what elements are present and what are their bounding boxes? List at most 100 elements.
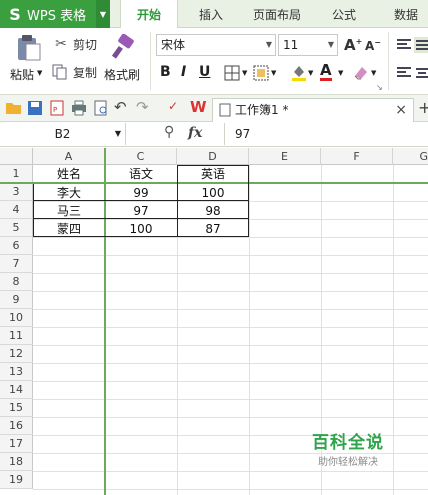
chevron-down-icon[interactable]: ▼ <box>96 0 110 28</box>
merge-cells-icon[interactable] <box>253 65 269 81</box>
tab-start[interactable]: 开始 <box>120 0 178 29</box>
document-tab-title: 工作簿1 * <box>235 103 289 117</box>
format-painter-button[interactable]: 格式刷 <box>104 34 144 90</box>
save-icon[interactable] <box>27 100 43 116</box>
wps-w-logo-icon: W <box>190 98 207 116</box>
align-center-icon[interactable] <box>414 65 428 81</box>
cut-label: 剪切 <box>73 37 98 52</box>
copy-button[interactable]: 复制 <box>52 62 97 82</box>
scissors-icon: ✂ <box>55 36 67 52</box>
cell-d1[interactable]: 英语 <box>177 165 249 183</box>
table-border <box>33 218 249 219</box>
align-left-icon[interactable] <box>396 66 412 80</box>
table-border <box>33 200 249 201</box>
row-header[interactable]: 5 <box>0 219 33 237</box>
column-header-e[interactable]: E <box>249 148 321 165</box>
increase-font-icon[interactable]: A+ <box>344 36 362 54</box>
table-border <box>177 165 249 166</box>
dialog-launcher-icon[interactable]: ↘ <box>376 83 383 92</box>
new-tab-icon[interactable]: + <box>418 98 428 117</box>
font-color-icon[interactable]: A <box>320 62 332 81</box>
clear-format-icon[interactable] <box>352 64 370 82</box>
row-header[interactable]: 8 <box>0 273 33 291</box>
row-header[interactable]: 7 <box>0 255 33 273</box>
font-name-select[interactable]: 宋体 ▼ <box>156 34 276 56</box>
zoom-icon[interactable]: ⚲ <box>164 124 174 140</box>
wps-logo-icon: S <box>9 4 21 24</box>
clipboard-icon <box>18 35 41 61</box>
align-middle-icon[interactable] <box>414 37 428 53</box>
row-header[interactable]: 9 <box>0 291 33 309</box>
cell-reference: B2 <box>54 127 71 141</box>
column-header-c[interactable]: C <box>105 148 177 165</box>
app-menu-button[interactable]: S WPS 表格 ▼ <box>0 0 110 28</box>
row-header[interactable]: 4 <box>0 201 33 219</box>
row-header[interactable]: 11 <box>0 327 33 345</box>
customize-toolbar-icon[interactable]: ✓ <box>168 99 178 113</box>
decrease-font-icon[interactable]: A− <box>365 38 381 53</box>
row-header[interactable]: 6 <box>0 237 33 255</box>
row-header[interactable]: 10 <box>0 309 33 327</box>
underline-icon[interactable]: U <box>199 64 210 80</box>
tab-formula[interactable]: 公式 <box>322 0 366 28</box>
brush-icon <box>111 34 134 59</box>
italic-icon[interactable]: I <box>181 64 186 80</box>
formula-bar: B2 ▼ ⚲ fx 97 <box>0 122 428 147</box>
tab-page-layout[interactable]: 页面布局 <box>246 0 308 28</box>
column-header-a[interactable]: A <box>33 148 105 165</box>
table-border <box>177 165 178 237</box>
cell-a1[interactable]: 姓名 <box>33 165 105 183</box>
redo-icon[interactable]: ↷ <box>136 98 149 116</box>
tab-insert[interactable]: 插入 <box>190 0 232 28</box>
chevron-down-icon[interactable]: ▼ <box>371 69 376 77</box>
folder-open-icon[interactable] <box>5 100 23 116</box>
chevron-down-icon[interactable]: ▼ <box>271 69 276 77</box>
font-size-select[interactable]: 11 ▼ <box>278 34 338 56</box>
row-header[interactable]: 15 <box>0 399 33 417</box>
document-tab[interactable]: 工作簿1 * × <box>212 98 414 122</box>
gridline <box>33 399 428 400</box>
row-header[interactable]: 13 <box>0 363 33 381</box>
row-header[interactable]: 16 <box>0 417 33 435</box>
formula-value: 97 <box>235 127 251 141</box>
close-icon[interactable]: × <box>395 99 407 121</box>
column-header-d[interactable]: D <box>177 148 249 165</box>
gridline <box>33 417 428 418</box>
paste-button[interactable]: 粘贴 ▼ <box>8 34 48 90</box>
row-header[interactable]: 3 <box>0 183 33 201</box>
table-border <box>248 165 249 237</box>
column-header-g[interactable]: G <box>393 148 428 165</box>
formula-input[interactable]: 97 <box>224 123 428 145</box>
gridline <box>33 489 428 490</box>
undo-icon[interactable]: ↶ <box>114 98 127 116</box>
row-header[interactable]: 1 <box>0 165 33 183</box>
watermark-subtitle: 助你轻松解决 <box>318 457 378 468</box>
row-header[interactable]: 19 <box>0 471 33 489</box>
column-header-f[interactable]: F <box>321 148 393 165</box>
chevron-down-icon[interactable]: ▼ <box>308 69 313 77</box>
gridline <box>33 363 428 364</box>
row-header[interactable]: 14 <box>0 381 33 399</box>
cell-c1[interactable]: 语文 <box>105 165 177 183</box>
print-icon[interactable] <box>71 100 87 116</box>
fill-color-icon[interactable] <box>290 63 308 81</box>
chevron-down-icon[interactable]: ▼ <box>338 69 343 77</box>
export-pdf-icon[interactable]: P <box>49 100 65 116</box>
cut-button[interactable]: ✂ 剪切 <box>52 34 97 54</box>
tab-data[interactable]: 数据 <box>384 0 428 28</box>
select-all-corner[interactable] <box>0 148 33 165</box>
row-header[interactable]: 17 <box>0 435 33 453</box>
row-header[interactable]: 12 <box>0 345 33 363</box>
align-top-icon[interactable] <box>396 38 412 52</box>
row-header[interactable]: 18 <box>0 453 33 471</box>
function-icon[interactable]: fx <box>188 125 202 141</box>
chevron-down-icon[interactable]: ▼ <box>242 69 247 77</box>
border-icon[interactable] <box>224 65 240 81</box>
watermark-title: 百科全说 <box>312 433 384 453</box>
bold-icon[interactable]: B <box>160 64 171 80</box>
ribbon-separator <box>388 32 389 90</box>
chevron-down-icon: ▼ <box>265 40 272 49</box>
print-preview-icon[interactable] <box>93 100 109 116</box>
svg-text:P: P <box>53 106 57 114</box>
name-box[interactable]: B2 ▼ <box>0 123 126 145</box>
